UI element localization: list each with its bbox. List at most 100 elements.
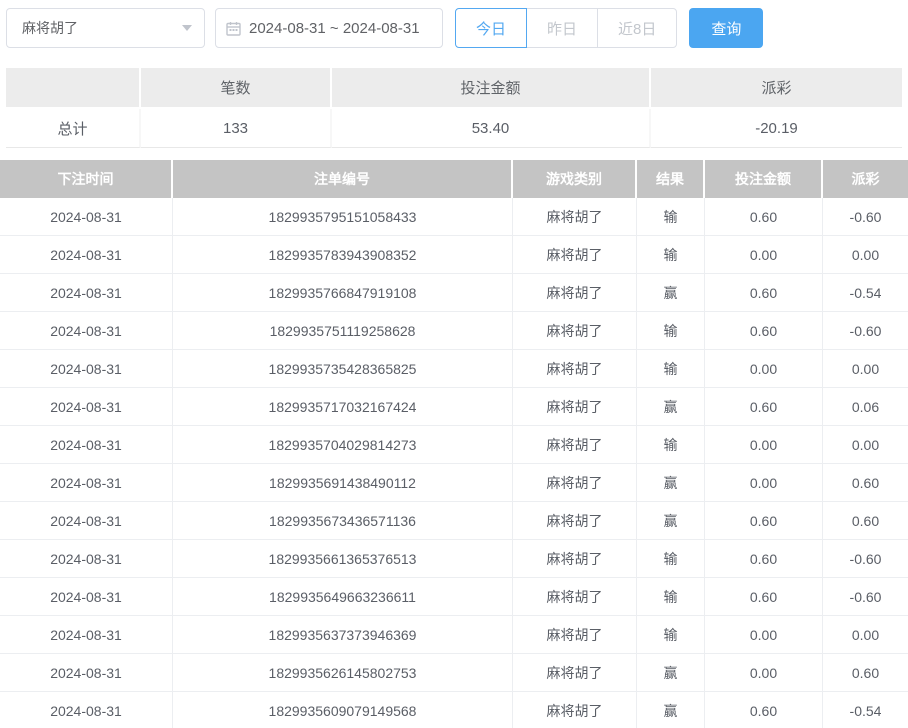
cell-payout: 0.00 bbox=[823, 350, 908, 387]
table-row: 2024-08-31 1829935795151058433 麻将胡了 输 0.… bbox=[0, 198, 908, 236]
cell-bet-id: 1829935691438490112 bbox=[173, 464, 513, 501]
cell-bet-amount: 0.60 bbox=[705, 578, 823, 615]
summary-total-label: 总计 bbox=[6, 109, 141, 148]
table-body: 2024-08-31 1829935795151058433 麻将胡了 输 0.… bbox=[0, 198, 908, 728]
filter-bar: 麻将胡了 2024-08-31 ~ 2024-08-31 今日 昨日 近8日 查… bbox=[6, 8, 902, 48]
cell-payout: 0.00 bbox=[823, 426, 908, 463]
cell-game-type: 麻将胡了 bbox=[513, 616, 637, 653]
cell-bet-id: 1829935626145802753 bbox=[173, 654, 513, 691]
cell-bet-time: 2024-08-31 bbox=[0, 540, 173, 577]
cell-payout: -0.54 bbox=[823, 692, 908, 728]
header-result: 结果 bbox=[637, 160, 705, 198]
header-bet-time: 下注时间 bbox=[0, 160, 173, 198]
today-button[interactable]: 今日 bbox=[455, 8, 527, 48]
header-game-type: 游戏类别 bbox=[513, 160, 637, 198]
table-row: 2024-08-31 1829935783943908352 麻将胡了 输 0.… bbox=[0, 236, 908, 274]
table-row: 2024-08-31 1829935649663236611 麻将胡了 输 0.… bbox=[0, 578, 908, 616]
summary-total-count: 133 bbox=[141, 109, 332, 148]
cell-result: 输 bbox=[637, 578, 705, 615]
cell-bet-amount: 0.00 bbox=[705, 654, 823, 691]
table-row: 2024-08-31 1829935751119258628 麻将胡了 输 0.… bbox=[0, 312, 908, 350]
yesterday-button[interactable]: 昨日 bbox=[526, 8, 598, 48]
summary-total-payout: -20.19 bbox=[651, 109, 902, 148]
cell-game-type: 麻将胡了 bbox=[513, 464, 637, 501]
cell-game-type: 麻将胡了 bbox=[513, 350, 637, 387]
cell-bet-amount: 0.60 bbox=[705, 198, 823, 235]
cell-payout: -0.60 bbox=[823, 198, 908, 235]
table-row: 2024-08-31 1829935637373946369 麻将胡了 输 0.… bbox=[0, 616, 908, 654]
cell-bet-amount: 0.00 bbox=[705, 464, 823, 501]
cell-result: 赢 bbox=[637, 388, 705, 425]
cell-game-type: 麻将胡了 bbox=[513, 578, 637, 615]
game-select-value: 麻将胡了 bbox=[22, 18, 78, 38]
cell-result: 输 bbox=[637, 350, 705, 387]
cell-payout: -0.60 bbox=[823, 312, 908, 349]
header-bet-amount: 投注金额 bbox=[705, 160, 823, 198]
cell-payout: -0.54 bbox=[823, 274, 908, 311]
cell-bet-time: 2024-08-31 bbox=[0, 654, 173, 691]
cell-game-type: 麻将胡了 bbox=[513, 236, 637, 273]
cell-bet-amount: 0.00 bbox=[705, 616, 823, 653]
table-row: 2024-08-31 1829935673436571136 麻将胡了 赢 0.… bbox=[0, 502, 908, 540]
cell-bet-amount: 0.60 bbox=[705, 692, 823, 728]
cell-bet-amount: 0.60 bbox=[705, 388, 823, 425]
chevron-down-icon bbox=[182, 25, 192, 31]
cell-result: 输 bbox=[637, 540, 705, 577]
cell-bet-time: 2024-08-31 bbox=[0, 198, 173, 235]
summary-header-payout: 派彩 bbox=[651, 68, 902, 107]
cell-result: 输 bbox=[637, 198, 705, 235]
cell-result: 赢 bbox=[637, 654, 705, 691]
cell-game-type: 麻将胡了 bbox=[513, 502, 637, 539]
cell-bet-id: 1829935609079149568 bbox=[173, 692, 513, 728]
cell-bet-amount: 0.60 bbox=[705, 502, 823, 539]
table-row: 2024-08-31 1829935735428365825 麻将胡了 输 0.… bbox=[0, 350, 908, 388]
cell-payout: 0.60 bbox=[823, 654, 908, 691]
cell-bet-amount: 0.60 bbox=[705, 312, 823, 349]
cell-result: 输 bbox=[637, 236, 705, 273]
table-row: 2024-08-31 1829935609079149568 麻将胡了 赢 0.… bbox=[0, 692, 908, 728]
cell-bet-id: 1829935673436571136 bbox=[173, 502, 513, 539]
cell-bet-id: 1829935795151058433 bbox=[173, 198, 513, 235]
table-row: 2024-08-31 1829935691438490112 麻将胡了 赢 0.… bbox=[0, 464, 908, 502]
cell-bet-id: 1829935766847919108 bbox=[173, 274, 513, 311]
cell-bet-id: 1829935704029814273 bbox=[173, 426, 513, 463]
cell-bet-id: 1829935717032167424 bbox=[173, 388, 513, 425]
date-range-input[interactable]: 2024-08-31 ~ 2024-08-31 bbox=[215, 8, 443, 48]
summary-header-bet-amount: 投注金额 bbox=[332, 68, 651, 107]
query-button[interactable]: 查询 bbox=[689, 8, 763, 48]
cell-payout: -0.60 bbox=[823, 578, 908, 615]
cell-bet-time: 2024-08-31 bbox=[0, 502, 173, 539]
cell-bet-time: 2024-08-31 bbox=[0, 350, 173, 387]
cell-bet-id: 1829935637373946369 bbox=[173, 616, 513, 653]
table-row: 2024-08-31 1829935766847919108 麻将胡了 赢 0.… bbox=[0, 274, 908, 312]
cell-bet-amount: 0.00 bbox=[705, 350, 823, 387]
cell-result: 赢 bbox=[637, 464, 705, 501]
cell-result: 输 bbox=[637, 426, 705, 463]
calendar-icon bbox=[226, 21, 241, 36]
cell-bet-time: 2024-08-31 bbox=[0, 692, 173, 728]
cell-bet-time: 2024-08-31 bbox=[0, 426, 173, 463]
cell-game-type: 麻将胡了 bbox=[513, 274, 637, 311]
table-row: 2024-08-31 1829935661365376513 麻将胡了 输 0.… bbox=[0, 540, 908, 578]
header-bet-id: 注单编号 bbox=[173, 160, 513, 198]
summary-header-count: 笔数 bbox=[141, 68, 332, 107]
cell-payout: 0.60 bbox=[823, 502, 908, 539]
cell-result: 赢 bbox=[637, 502, 705, 539]
cell-bet-id: 1829935751119258628 bbox=[173, 312, 513, 349]
cell-bet-time: 2024-08-31 bbox=[0, 578, 173, 615]
cell-bet-id: 1829935735428365825 bbox=[173, 350, 513, 387]
cell-game-type: 麻将胡了 bbox=[513, 692, 637, 728]
cell-game-type: 麻将胡了 bbox=[513, 388, 637, 425]
cell-bet-time: 2024-08-31 bbox=[0, 236, 173, 273]
game-select[interactable]: 麻将胡了 bbox=[6, 8, 205, 48]
cell-payout: 0.00 bbox=[823, 236, 908, 273]
header-payout: 派彩 bbox=[823, 160, 908, 198]
cell-bet-amount: 0.60 bbox=[705, 540, 823, 577]
cell-game-type: 麻将胡了 bbox=[513, 198, 637, 235]
cell-bet-amount: 0.60 bbox=[705, 274, 823, 311]
summary-total-row: 总计 133 53.40 -20.19 bbox=[6, 109, 902, 148]
cell-game-type: 麻将胡了 bbox=[513, 312, 637, 349]
last8days-button[interactable]: 近8日 bbox=[597, 8, 677, 48]
cell-bet-time: 2024-08-31 bbox=[0, 274, 173, 311]
cell-bet-time: 2024-08-31 bbox=[0, 312, 173, 349]
